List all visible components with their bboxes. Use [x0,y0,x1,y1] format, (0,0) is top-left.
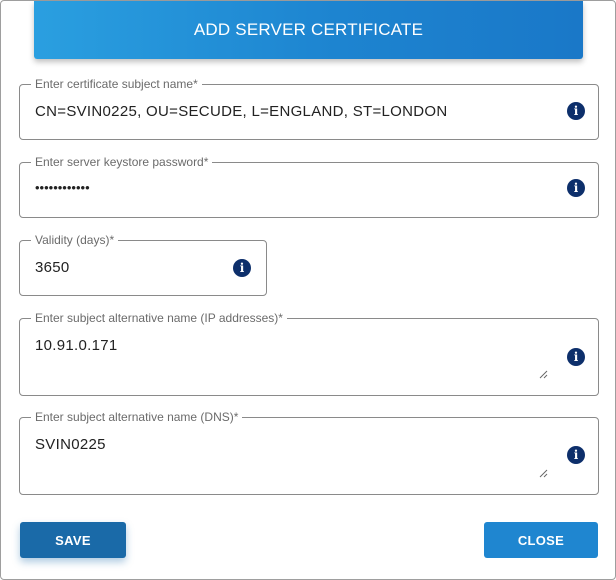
san-ip-label: Enter subject alternative name (IP addre… [31,311,287,325]
info-icon[interactable]: i [233,259,251,277]
subject-name-input[interactable]: CN=SVIN0225, OU=SECUDE, L=ENGLAND, ST=LO… [35,103,448,120]
add-server-certificate-dialog: ADD SERVER CERTIFICATE Enter certificate… [0,0,616,580]
resize-handle-icon[interactable] [539,469,548,478]
validity-days-label: Validity (days)* [31,233,119,247]
save-button[interactable]: SAVE [20,522,126,558]
validity-days-input[interactable]: 3650 [35,259,70,276]
san-ip-field[interactable]: Enter subject alternative name (IP addre… [19,311,599,396]
close-button[interactable]: CLOSE [484,522,598,558]
keystore-password-input[interactable]: •••••••••••• [35,180,90,195]
info-icon[interactable]: i [567,102,585,120]
resize-handle-icon[interactable] [539,370,548,379]
subject-name-field[interactable]: Enter certificate subject name* CN=SVIN0… [19,77,599,140]
san-dns-input[interactable]: SVIN0225 [35,436,106,453]
subject-name-label: Enter certificate subject name* [31,77,202,91]
san-dns-field[interactable]: Enter subject alternative name (DNS)* SV… [19,410,599,495]
dialog-title-text: ADD SERVER CERTIFICATE [193,20,424,39]
keystore-password-label: Enter server keystore password* [31,155,213,169]
dialog-title: ADD SERVER CERTIFICATE [34,1,583,59]
san-dns-label: Enter subject alternative name (DNS)* [31,410,243,424]
info-icon[interactable]: i [567,348,585,366]
info-icon[interactable]: i [567,179,585,197]
validity-days-field[interactable]: Validity (days)* 3650 i [19,233,267,296]
info-icon[interactable]: i [567,446,585,464]
san-ip-input[interactable]: 10.91.0.171 [35,337,118,354]
keystore-password-field[interactable]: Enter server keystore password* ••••••••… [19,155,599,218]
